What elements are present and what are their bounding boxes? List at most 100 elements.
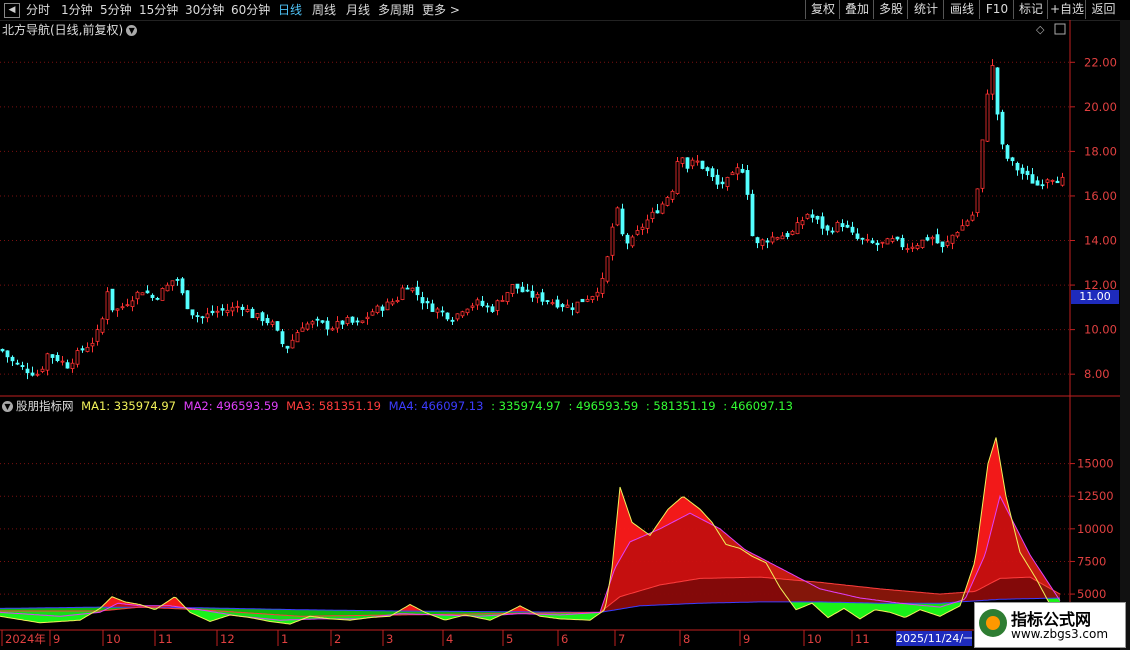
- candle-body: [215, 310, 220, 313]
- candle-body: [540, 292, 545, 302]
- candle-body: [695, 160, 700, 163]
- indicator-menu-icon[interactable]: ▼: [2, 401, 13, 412]
- watermark-logo: [979, 609, 1007, 637]
- candle-body: [480, 300, 485, 306]
- candle-body: [170, 280, 175, 287]
- candle-body: [625, 234, 630, 244]
- candle-body: [1030, 174, 1035, 184]
- candle-body: [865, 239, 870, 241]
- candle-body: [500, 300, 505, 302]
- candle-body: [645, 219, 650, 229]
- candle-body: [705, 167, 710, 172]
- candle-body: [265, 318, 270, 324]
- candle-body: [75, 350, 80, 365]
- candle-body: [985, 93, 990, 142]
- candle-body: [1060, 176, 1065, 186]
- candle-body: [60, 360, 65, 363]
- candle-body: [890, 238, 895, 242]
- candle-body: [235, 306, 240, 308]
- candle-body: [720, 181, 725, 185]
- candle-body: [755, 237, 760, 244]
- watermark: 指标公式网 www.zbgs3.com: [974, 602, 1126, 648]
- candle-body: [470, 305, 475, 308]
- candle-body: [940, 241, 945, 248]
- candle-body: [455, 313, 460, 320]
- candle-body: [210, 310, 215, 314]
- candle-body: [730, 172, 735, 176]
- legend-v1: : 335974.97: [491, 399, 561, 413]
- candle-body: [895, 236, 900, 240]
- candle-body: [270, 321, 275, 325]
- candle-body: [495, 300, 500, 311]
- indicator-gridlines: [0, 463, 1070, 595]
- candle-body: [275, 321, 280, 331]
- candle-body: [550, 302, 555, 305]
- indicator-tick-label: 15000: [1077, 457, 1114, 471]
- indicator-tick-label: 10000: [1077, 522, 1114, 536]
- candle-body: [740, 168, 745, 173]
- candle-body: [745, 170, 750, 195]
- legend-v4: : 466097.13: [723, 399, 793, 413]
- price-tick-label: 20.00: [1084, 100, 1117, 114]
- candle-body: [825, 225, 830, 231]
- candle-body: [915, 245, 920, 249]
- time-tick-label: 12: [220, 632, 235, 646]
- indicator-tick-label: 12500: [1077, 489, 1114, 503]
- candle-body: [580, 298, 585, 303]
- current-price-tag: 11.00: [1071, 290, 1119, 304]
- indicator-name[interactable]: 股朋指标网: [16, 399, 74, 413]
- legend-v2: : 496593.59: [568, 399, 639, 413]
- candle-body: [55, 354, 60, 362]
- candle-body: [45, 353, 50, 371]
- candle-body: [290, 339, 295, 349]
- candle-body: [515, 283, 520, 289]
- candle-body: [795, 222, 800, 235]
- candle-body: [250, 308, 255, 319]
- candle-body: [830, 230, 835, 233]
- candle-body: [605, 256, 610, 282]
- candle-body: [40, 368, 45, 372]
- candle-body: [970, 214, 975, 221]
- candle-body: [185, 290, 190, 310]
- candle-body: [95, 329, 100, 342]
- chart-area[interactable]: 22.0020.0018.0016.0014.0012.0010.008.00 …: [0, 0, 1130, 650]
- time-tick-label: 6: [561, 632, 568, 646]
- diamond-icon: ◇: [1036, 23, 1045, 36]
- candle-body: [945, 241, 950, 246]
- candle-body: [100, 318, 105, 333]
- candle-body: [875, 242, 880, 246]
- candle-body: [165, 284, 170, 292]
- candle-body: [545, 300, 550, 302]
- candle-body: [325, 320, 330, 330]
- candle-body: [150, 294, 155, 298]
- candle-body: [990, 65, 995, 95]
- candle-body: [160, 288, 165, 301]
- candle-body: [565, 304, 570, 308]
- candle-body: [860, 237, 865, 240]
- candle-body: [65, 362, 70, 369]
- candle-body: [345, 317, 350, 325]
- price-gridlines: [0, 61, 1070, 375]
- candle-body: [535, 293, 540, 299]
- candle-body: [980, 139, 985, 189]
- candle-body: [260, 312, 265, 322]
- candle-body: [25, 368, 30, 374]
- candle-body: [750, 193, 755, 237]
- candle-body: [805, 213, 810, 219]
- candle-body: [110, 288, 115, 311]
- candle-body: [20, 365, 25, 367]
- candle-body: [635, 230, 640, 235]
- candle-body: [690, 159, 695, 167]
- candle-body: [85, 346, 90, 352]
- candle-body: [440, 310, 445, 313]
- candle-body: [485, 305, 490, 308]
- candle-body: [360, 320, 365, 323]
- price-tick-label: 18.00: [1084, 144, 1117, 158]
- candle-body: [925, 237, 930, 241]
- candle-body: [15, 362, 20, 365]
- candle-body: [395, 300, 400, 303]
- candle-body: [765, 240, 770, 243]
- candle-body: [975, 188, 980, 214]
- candle-body: [105, 291, 110, 320]
- candle-body: [230, 306, 235, 312]
